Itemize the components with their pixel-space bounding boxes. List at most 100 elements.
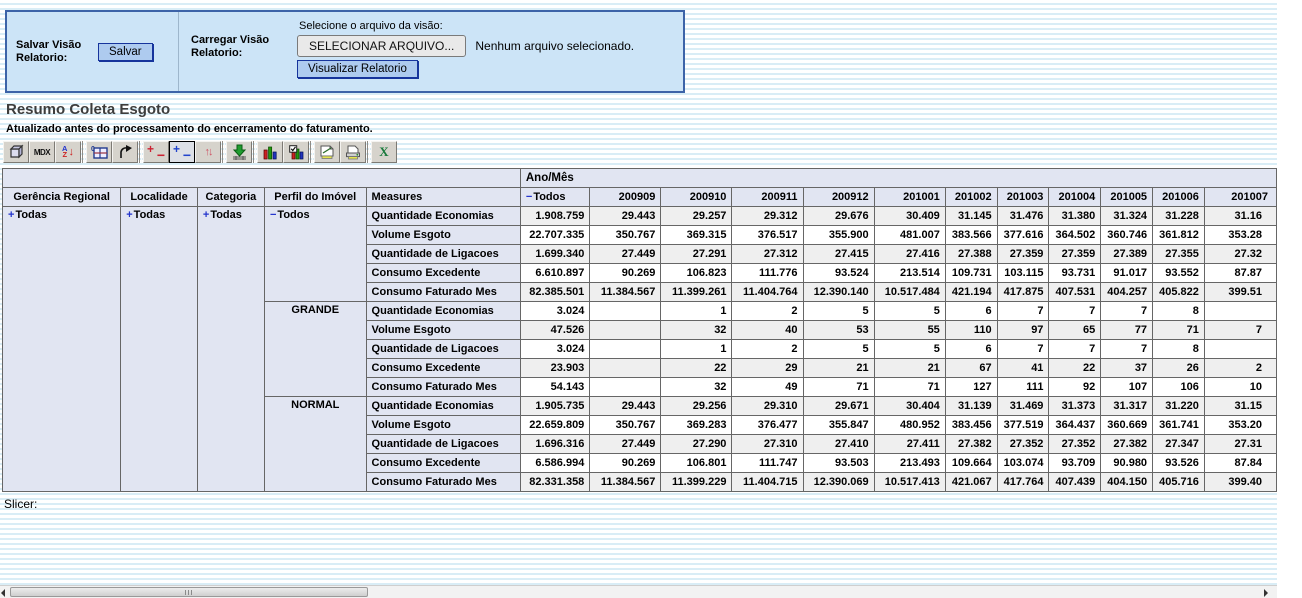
drill-position-button[interactable]: +− — [169, 141, 195, 163]
value-cell: 22 — [1049, 359, 1101, 378]
row-member-cell[interactable]: +Todas — [3, 207, 121, 492]
value-cell: 27.416 — [874, 245, 945, 264]
value-cell — [1204, 302, 1276, 321]
print-config-button[interactable] — [314, 141, 340, 163]
row-member-cell[interactable]: +Todas — [197, 207, 264, 492]
value-cell: 67 — [945, 359, 997, 378]
value-cell: 353.20 — [1204, 416, 1276, 435]
measure-cell[interactable]: Consumo Faturado Mes — [366, 283, 520, 302]
measure-cell[interactable]: Consumo Excedente — [366, 454, 520, 473]
drill-marker-icon[interactable]: + — [203, 209, 209, 221]
value-cell: 350.767 — [590, 416, 661, 435]
value-cell: 27.411 — [874, 435, 945, 454]
scrollbar-thumb[interactable] — [10, 587, 368, 597]
value-cell: 27.347 — [1153, 435, 1205, 454]
drill-marker-icon[interactable]: − — [270, 209, 276, 221]
file-prompt-label: Selecione o arquivo da visão: — [299, 20, 634, 32]
measure-cell[interactable]: Quantidade de Ligacoes — [366, 435, 520, 454]
value-cell: 71 — [1153, 321, 1205, 340]
value-cell: 1 — [661, 302, 732, 321]
drill-member-button[interactable]: +− — [143, 141, 169, 163]
value-cell: 5 — [803, 340, 874, 359]
horizontal-scrollbar[interactable] — [0, 585, 1277, 598]
measure-cell[interactable]: Consumo Excedente — [366, 264, 520, 283]
value-cell: 93.503 — [803, 454, 874, 473]
chart-config-button[interactable] — [283, 141, 309, 163]
row-member-cell[interactable]: +Todas — [121, 207, 198, 492]
value-cell: 37 — [1101, 359, 1153, 378]
value-cell: 11.384.567 — [590, 473, 661, 492]
value-cell: 41 — [997, 359, 1049, 378]
drill-replace-button[interactable]: ↑↓ — [195, 141, 221, 163]
column-member-total[interactable]: −Todos — [520, 188, 589, 207]
save-button[interactable]: Salvar — [98, 43, 153, 61]
value-cell: 355.847 — [803, 416, 874, 435]
value-cell: 27.352 — [1049, 435, 1101, 454]
value-cell: 29.671 — [803, 397, 874, 416]
drill-marker-icon[interactable]: + — [8, 209, 14, 221]
perfil-member-cell[interactable]: NORMAL — [264, 397, 366, 492]
export-excel-button[interactable]: X — [371, 141, 397, 163]
value-cell: 90.269 — [590, 264, 661, 283]
measure-cell[interactable]: Volume Esgoto — [366, 321, 520, 340]
perfil-member-cell[interactable]: −Todos — [264, 207, 366, 302]
toolbar-separator — [367, 141, 370, 163]
value-cell: 103.115 — [997, 264, 1049, 283]
value-cell: 27.449 — [590, 435, 661, 454]
value-cell: 31.228 — [1153, 207, 1205, 226]
perfil-member-cell[interactable]: GRANDE — [264, 302, 366, 397]
print-button[interactable] — [340, 141, 366, 163]
value-cell: 10.517.484 — [874, 283, 945, 302]
value-cell: 27.31 — [1204, 435, 1276, 454]
measure-cell[interactable]: Consumo Faturado Mes — [366, 473, 520, 492]
measure-cell[interactable]: Consumo Faturado Mes — [366, 378, 520, 397]
measure-cell[interactable]: Quantidade Economias — [366, 207, 520, 226]
value-cell: 421.194 — [945, 283, 997, 302]
value-cell: 350.767 — [590, 226, 661, 245]
measure-cell[interactable]: Quantidade de Ligacoes — [366, 245, 520, 264]
select-file-button[interactable]: SELECIONAR ARQUIVO... — [297, 35, 466, 57]
value-cell: 376.477 — [732, 416, 803, 435]
page-title: Resumo Coleta Esgoto — [6, 101, 170, 118]
value-cell: 27.415 — [803, 245, 874, 264]
olap-navigator-button[interactable] — [3, 141, 29, 163]
sort-button[interactable]: AZ ↓ — [55, 141, 81, 163]
value-cell — [590, 359, 661, 378]
value-cell: 106 — [1153, 378, 1205, 397]
value-cell: 360.669 — [1101, 416, 1153, 435]
value-cell: 65 — [1049, 321, 1101, 340]
scroll-left-arrow-icon[interactable] — [1, 589, 5, 597]
swap-axes-button[interactable] — [112, 141, 138, 163]
value-cell: 355.900 — [803, 226, 874, 245]
value-cell: 93.524 — [803, 264, 874, 283]
column-member: 200911 — [732, 188, 803, 207]
value-cell: 29.256 — [661, 397, 732, 416]
show-chart-button[interactable] — [257, 141, 283, 163]
drill-marker-icon[interactable]: + — [126, 209, 132, 221]
value-cell: 360.746 — [1101, 226, 1153, 245]
measure-cell[interactable]: Volume Esgoto — [366, 226, 520, 245]
measure-cell[interactable]: Quantidade Economias — [366, 397, 520, 416]
scroll-right-arrow-icon[interactable] — [1264, 589, 1268, 597]
mdx-editor-button[interactable]: MDX — [29, 141, 55, 163]
measure-cell[interactable]: Quantidade de Ligacoes — [366, 340, 520, 359]
value-cell: 11.384.567 — [590, 283, 661, 302]
value-cell: 91.017 — [1101, 264, 1153, 283]
value-cell: 21 — [874, 359, 945, 378]
value-cell: 480.952 — [874, 416, 945, 435]
show-parent-members-button[interactable]: 0 — [86, 141, 112, 163]
measure-cell[interactable]: Consumo Excedente — [366, 359, 520, 378]
column-member: 201006 — [1153, 188, 1205, 207]
value-cell: 110 — [945, 321, 997, 340]
drill-marker-icon[interactable]: − — [526, 191, 532, 203]
value-cell: 22.707.335 — [520, 226, 589, 245]
value-cell: 27.352 — [997, 435, 1049, 454]
value-cell: 8 — [1153, 302, 1205, 321]
value-cell: 1.905.735 — [520, 397, 589, 416]
measure-cell[interactable]: Quantidade Economias — [366, 302, 520, 321]
drill-through-button[interactable] — [226, 141, 252, 163]
value-cell: 404.150 — [1101, 473, 1153, 492]
measure-cell[interactable]: Volume Esgoto — [366, 416, 520, 435]
value-cell: 71 — [874, 378, 945, 397]
view-report-button[interactable]: Visualizar Relatorio — [297, 60, 418, 78]
